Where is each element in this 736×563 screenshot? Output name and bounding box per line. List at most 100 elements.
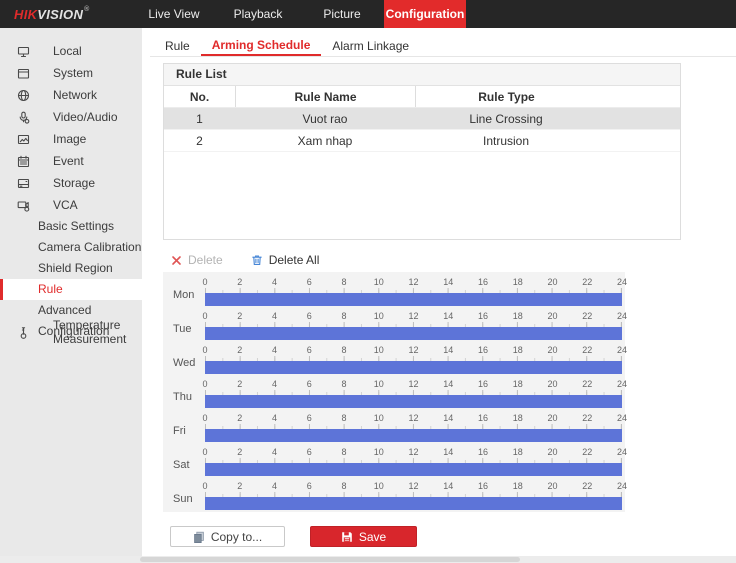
rule-list-body: 1Vuot raoLine Crossing2Xam nhapIntrusion: [164, 108, 680, 152]
hour-label: 24: [617, 481, 627, 491]
hour-label: 2: [237, 413, 242, 423]
schedule-row-thu: Thu024681012141618202224: [163, 376, 625, 410]
hour-label: 16: [478, 345, 488, 355]
hour-label: 22: [582, 413, 592, 423]
hour-label: 12: [408, 481, 418, 491]
rule-row-2[interactable]: 2Xam nhapIntrusion: [164, 130, 680, 152]
tab-alarm-linkage[interactable]: Alarm Linkage: [321, 35, 420, 56]
schedule-track-sat[interactable]: [205, 463, 622, 476]
delete-all-button[interactable]: Delete All: [251, 253, 320, 267]
hour-label: 16: [478, 379, 488, 389]
registered-mark: ®: [84, 6, 89, 13]
hour-scale: 024681012141618202224: [205, 345, 622, 355]
schedule-bar-thu[interactable]: [205, 395, 622, 408]
hour-label: 6: [307, 311, 312, 321]
nav-item-picture[interactable]: Picture: [300, 0, 384, 28]
window-icon: [17, 67, 30, 80]
hour-label: 10: [374, 447, 384, 457]
schedule-track-thu[interactable]: [205, 395, 622, 408]
tab-arming-schedule[interactable]: Arming Schedule: [201, 35, 322, 56]
hour-label: 4: [272, 345, 277, 355]
hour-scale: 024681012141618202224: [205, 481, 622, 491]
hour-label: 18: [513, 277, 523, 287]
schedule-bar-sun[interactable]: [205, 497, 622, 510]
day-label: Sun: [173, 493, 203, 505]
hour-label: 0: [202, 447, 207, 457]
hour-label: 4: [272, 413, 277, 423]
sidebar-item-local[interactable]: Local: [0, 40, 142, 62]
hour-scale: 024681012141618202224: [205, 277, 622, 287]
rule-row-1[interactable]: 1Vuot raoLine Crossing: [164, 108, 680, 130]
column-header-no: No.: [164, 86, 235, 107]
hour-label: 18: [513, 447, 523, 457]
rule-list-header: No.Rule NameRule Type: [164, 86, 680, 108]
hour-label: 8: [341, 379, 346, 389]
microphone-icon: [17, 111, 30, 124]
nav-item-playback[interactable]: Playback: [216, 0, 300, 28]
hour-label: 6: [307, 447, 312, 457]
hour-label: 16: [478, 413, 488, 423]
hour-label: 0: [202, 413, 207, 423]
hour-label: 16: [478, 447, 488, 457]
hour-label: 10: [374, 277, 384, 287]
sidebar-item-image[interactable]: Image: [0, 128, 142, 150]
sidebar-item-label: Image: [53, 132, 86, 146]
schedule-bar-wed[interactable]: [205, 361, 622, 374]
hour-label: 18: [513, 481, 523, 491]
sidebar-subitem-rule[interactable]: Rule: [0, 279, 142, 300]
vca-icon: [17, 199, 30, 212]
globe-icon: [17, 89, 30, 102]
sidebar-subitem-shield-region[interactable]: Shield Region: [0, 258, 142, 279]
schedule-track-fri[interactable]: [205, 429, 622, 442]
sidebar-item-storage[interactable]: Storage: [0, 172, 142, 194]
schedule-track-wed[interactable]: [205, 361, 622, 374]
horizontal-scrollbar-thumb[interactable]: [140, 557, 520, 562]
sidebar-item-temperature-measurement[interactable]: Temperature Measurement: [0, 321, 142, 343]
save-button[interactable]: Save: [310, 526, 417, 547]
hour-label: 24: [617, 345, 627, 355]
sidebar-subitem-camera-calibration[interactable]: Camera Calibration: [0, 237, 142, 258]
cell: [597, 108, 680, 129]
monitor-icon: [17, 45, 30, 58]
sidebar-item-event[interactable]: Event: [0, 150, 142, 172]
hour-label: 22: [582, 311, 592, 321]
hour-label: 16: [478, 481, 488, 491]
sidebar-item-network[interactable]: Network: [0, 84, 142, 106]
schedule-bar-fri[interactable]: [205, 429, 622, 442]
sidebar-item-label: Network: [53, 88, 97, 102]
sidebar: LocalSystemNetworkVideo/AudioImageEventS…: [0, 28, 142, 563]
tab-rule[interactable]: Rule: [154, 35, 201, 56]
sidebar-item-label: Video/Audio: [53, 110, 118, 124]
nav-item-live-view[interactable]: Live View: [132, 0, 216, 28]
main-panel: RuleArming ScheduleAlarm Linkage Rule Li…: [142, 28, 736, 563]
save-icon: [341, 531, 353, 543]
sidebar-subitem-basic-settings[interactable]: Basic Settings: [0, 216, 142, 237]
schedule-track-mon[interactable]: [205, 293, 622, 306]
sidebar-item-vca[interactable]: VCA: [0, 194, 142, 216]
schedule-bar-tue[interactable]: [205, 327, 622, 340]
hour-scale: 024681012141618202224: [205, 447, 622, 457]
schedule-bar-sat[interactable]: [205, 463, 622, 476]
hour-label: 10: [374, 311, 384, 321]
cell: [597, 130, 680, 151]
sidebar-item-system[interactable]: System: [0, 62, 142, 84]
sidebar-item-label: Temperature Measurement: [53, 318, 142, 346]
horizontal-scrollbar[interactable]: [0, 556, 736, 563]
hour-label: 12: [408, 379, 418, 389]
hour-label: 22: [582, 345, 592, 355]
nav-item-configuration[interactable]: Configuration: [384, 0, 466, 28]
delete-button[interactable]: Delete: [171, 253, 223, 267]
sidebar-item-label: VCA: [53, 198, 78, 212]
hour-label: 20: [547, 311, 557, 321]
schedule-track-tue[interactable]: [205, 327, 622, 340]
day-label: Wed: [173, 357, 203, 369]
schedule-row-tue: Tue024681012141618202224: [163, 308, 625, 342]
hour-label: 18: [513, 345, 523, 355]
schedule-row-fri: Fri024681012141618202224: [163, 410, 625, 444]
schedule-bar-mon[interactable]: [205, 293, 622, 306]
copy-to-button[interactable]: Copy to...: [170, 526, 285, 547]
schedule-track-sun[interactable]: [205, 497, 622, 510]
hour-label: 8: [341, 413, 346, 423]
schedule-row-sun: Sun024681012141618202224: [163, 478, 625, 512]
sidebar-item-video-audio[interactable]: Video/Audio: [0, 106, 142, 128]
